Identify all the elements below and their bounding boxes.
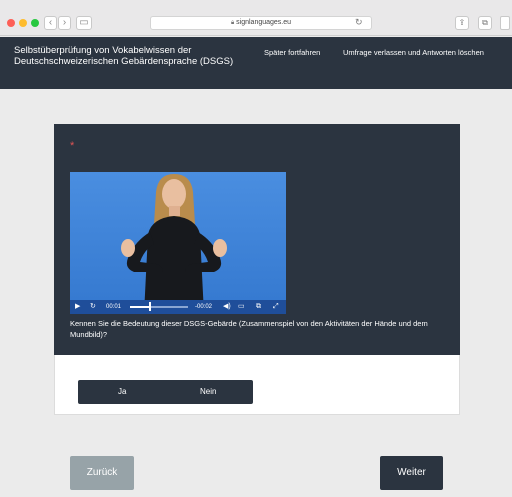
answer-options: Ja Nein bbox=[78, 380, 253, 404]
play-icon[interactable]: ▶ bbox=[75, 301, 80, 313]
replay-icon[interactable]: ↻ bbox=[90, 301, 96, 313]
browser-toolbar: ‹ › ▭ 🔒︎ signlanguages.eu ↻ ⇪ ⧉ bbox=[0, 0, 512, 36]
url-text: signlanguages.eu bbox=[236, 19, 292, 26]
forward-icon[interactable]: › bbox=[58, 16, 71, 30]
resume-later-link[interactable]: Später fortfahren bbox=[264, 48, 320, 57]
current-time: 00:01 bbox=[106, 304, 122, 310]
fullscreen-icon[interactable]: ⤢ bbox=[273, 301, 279, 313]
reload-icon[interactable]: ↻ bbox=[355, 17, 363, 28]
new-tab-button[interactable] bbox=[500, 16, 510, 30]
maximize-window-icon[interactable] bbox=[31, 19, 39, 27]
answer-ja-button[interactable]: Ja bbox=[118, 380, 126, 404]
sign-video[interactable] bbox=[70, 172, 286, 314]
share-icon[interactable]: ⇪ bbox=[455, 16, 469, 30]
back-icon[interactable]: ‹ bbox=[44, 16, 57, 30]
tabs-icon[interactable]: ⧉ bbox=[478, 16, 492, 30]
video-progress-fill bbox=[130, 306, 150, 308]
remaining-time: -00:02 bbox=[195, 304, 213, 310]
survey-title: Selbstüberprüfung von Vokabelwissen der … bbox=[14, 45, 234, 67]
address-bar[interactable]: 🔒︎ signlanguages.eu bbox=[150, 16, 372, 30]
sidebar-icon[interactable]: ▭ bbox=[76, 16, 92, 30]
answer-nein-button[interactable]: Nein bbox=[200, 380, 216, 404]
required-marker: * bbox=[70, 140, 75, 152]
quit-survey-link[interactable]: Umfrage verlassen und Antworten löschen bbox=[343, 48, 484, 57]
video-scrubber[interactable] bbox=[130, 306, 188, 308]
question-text: Kennen Sie die Bedeutung dieser DSGS-Geb… bbox=[70, 319, 428, 339]
site-header: Selbstüberprüfung von Vokabelwissen der … bbox=[0, 37, 512, 89]
minimize-window-icon[interactable] bbox=[19, 19, 27, 27]
lock-icon: 🔒︎ bbox=[230, 20, 235, 26]
captions-icon[interactable]: ▭ bbox=[238, 301, 245, 313]
volume-icon[interactable]: ◀) bbox=[223, 301, 231, 313]
video-scrubber-thumb[interactable] bbox=[149, 302, 152, 311]
picture-in-picture-icon[interactable]: ⧉ bbox=[256, 301, 261, 313]
video-controls: ▶ ↻ 00:01 -00:02 ◀) ▭ ⧉ ⤢ bbox=[70, 300, 286, 314]
close-window-icon[interactable] bbox=[7, 19, 15, 27]
signer-figure bbox=[121, 174, 227, 314]
next-button[interactable]: Weiter bbox=[380, 456, 443, 490]
back-button[interactable]: Zurück bbox=[70, 456, 134, 490]
